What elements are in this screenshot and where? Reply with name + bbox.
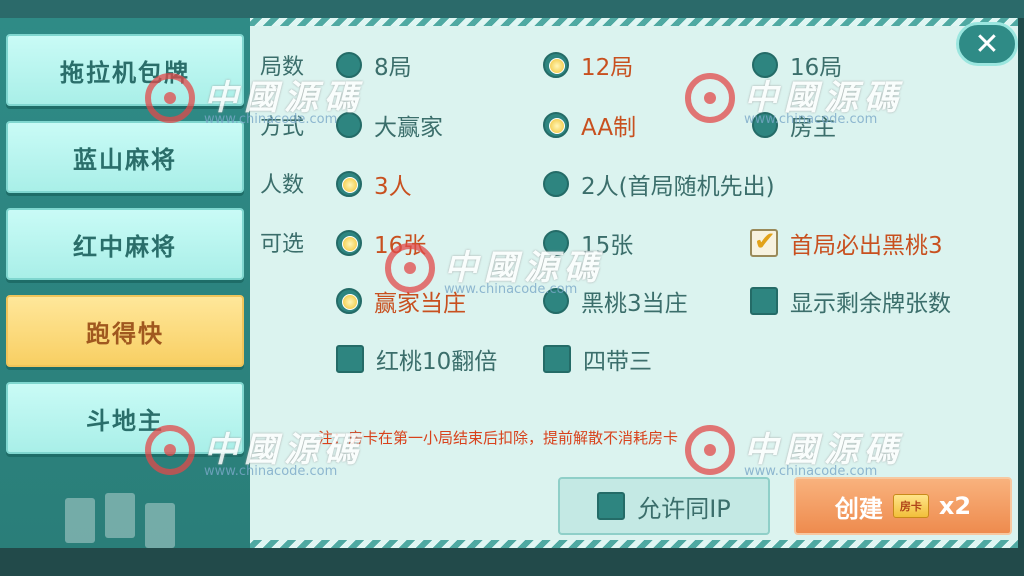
radio-icon xyxy=(336,112,362,138)
checkbox-icon xyxy=(543,345,571,373)
check-heart10-double[interactable]: 红桃10翻倍 xyxy=(336,342,497,376)
radio-icon xyxy=(543,288,569,314)
close-button[interactable]: ✕ xyxy=(956,22,1018,66)
top-bar xyxy=(0,0,1024,18)
radio-icon xyxy=(543,171,569,197)
radio-selected-icon xyxy=(336,171,362,197)
check-first-spade3[interactable]: 首局必出黑桃3 xyxy=(750,226,943,260)
radio-selected-icon xyxy=(336,288,362,314)
option-mode-aa[interactable]: AA制 xyxy=(543,108,636,142)
menu-paodekuai[interactable]: 跑得快 xyxy=(6,295,244,367)
option-cards-15[interactable]: 15张 xyxy=(543,226,633,260)
checkbox-checked-icon xyxy=(750,227,778,257)
radio-selected-icon xyxy=(336,230,362,256)
radio-selected-icon xyxy=(543,112,569,138)
radio-selected-icon xyxy=(543,52,569,78)
panel-bottom-stripes xyxy=(250,540,1018,548)
check-four-with-three[interactable]: 四带三 xyxy=(543,342,652,376)
option-cards-16[interactable]: 16张 xyxy=(336,226,426,260)
label-optional: 可选 xyxy=(260,232,305,257)
option-rounds-8[interactable]: 8局 xyxy=(336,48,412,82)
label-players: 人数 xyxy=(260,173,305,198)
option-mode-big-winner[interactable]: 大赢家 xyxy=(336,108,443,142)
close-icon: ✕ xyxy=(974,26,1000,62)
option-spade3-dealer[interactable]: 黑桃3当庄 xyxy=(543,284,688,318)
panel-top-stripes xyxy=(250,18,1018,26)
option-winner-dealer[interactable]: 赢家当庄 xyxy=(336,284,466,318)
label-mode: 方式 xyxy=(260,115,305,140)
game-type-sidebar: 拖拉机包牌 蓝山麻将 红中麻将 跑得快 斗地主 xyxy=(0,18,250,548)
option-players-2[interactable]: 2人(首局随机先出) xyxy=(543,167,775,201)
checkbox-icon xyxy=(597,492,626,520)
mahjong-tiles-decoration xyxy=(65,493,175,548)
create-room-button[interactable]: 创建 房卡 x2 xyxy=(794,477,1012,535)
room-card-icon: 房卡 xyxy=(892,494,929,518)
room-settings-panel xyxy=(250,18,1018,548)
option-players-3[interactable]: 3人 xyxy=(336,167,412,201)
menu-hongzhong-mahjong[interactable]: 红中麻将 xyxy=(6,208,244,280)
menu-doudizhu[interactable]: 斗地主 xyxy=(6,382,244,454)
option-rounds-12[interactable]: 12局 xyxy=(543,48,633,82)
allow-same-ip-toggle[interactable]: 允许同IP xyxy=(558,477,770,535)
menu-lanshan-mahjong[interactable]: 蓝山麻将 xyxy=(6,121,244,193)
radio-icon xyxy=(336,52,362,78)
option-rounds-16[interactable]: 16局 xyxy=(752,48,842,82)
radio-icon xyxy=(543,230,569,256)
label-rounds: 局数 xyxy=(260,55,305,80)
checkbox-icon xyxy=(750,287,778,315)
option-mode-owner[interactable]: 房主 xyxy=(752,108,836,142)
check-show-remaining[interactable]: 显示剩余牌张数 xyxy=(750,284,951,318)
menu-tuolaji[interactable]: 拖拉机包牌 xyxy=(6,34,244,106)
radio-icon xyxy=(752,52,778,78)
checkbox-icon xyxy=(336,345,364,373)
room-card-note: 注：房卡在第一小局结束后扣除，提前解散不消耗房卡 xyxy=(318,429,679,447)
radio-icon xyxy=(752,112,778,138)
